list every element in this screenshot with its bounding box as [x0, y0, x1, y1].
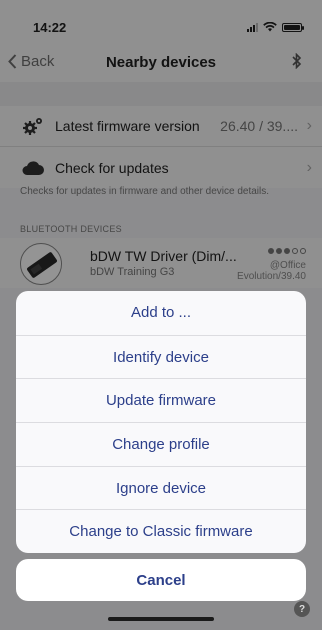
update-firmware-button[interactable]: Update firmware: [16, 378, 306, 422]
add-to-button[interactable]: Add to ...: [16, 291, 306, 335]
ignore-device-button[interactable]: Ignore device: [16, 465, 306, 510]
app-screen: 14:22 Back Nearby devices Latest firmwar…: [0, 0, 322, 630]
change-to-classic-firmware-button[interactable]: Change to Classic firmware: [16, 509, 306, 553]
cancel-button[interactable]: Cancel: [16, 559, 306, 601]
identify-device-button[interactable]: Identify device: [16, 334, 306, 379]
help-button[interactable]: ?: [294, 601, 310, 617]
action-sheet: Add to ... Identify device Update firmwa…: [16, 291, 306, 554]
change-profile-button[interactable]: Change profile: [16, 422, 306, 466]
home-indicator: [108, 617, 214, 621]
